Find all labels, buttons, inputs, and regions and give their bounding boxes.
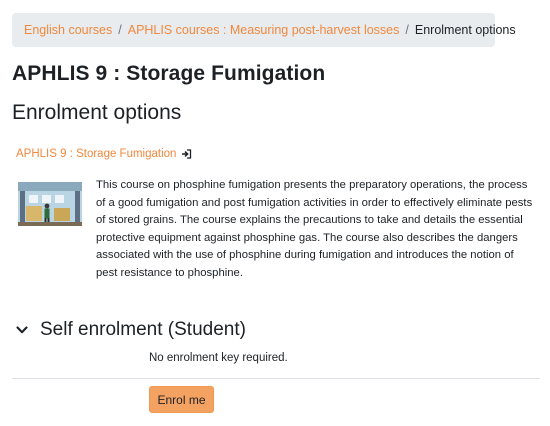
breadcrumb-separator: /	[405, 23, 409, 37]
page-title: APHLIS 9 : Storage Fumigation	[12, 62, 326, 85]
section-title: Enrolment options	[12, 101, 182, 124]
divider	[12, 378, 540, 379]
breadcrumb-link-aphlis-courses[interactable]: APHLIS courses : Measuring post-harvest …	[128, 23, 400, 37]
breadcrumb-current: Enrolment options	[414, 23, 516, 37]
course-image	[18, 182, 82, 226]
breadcrumb-link-english-courses[interactable]: English courses	[24, 23, 112, 37]
enrol-me-button[interactable]: Enrol me	[149, 386, 214, 413]
chevron-down-icon[interactable]	[16, 325, 28, 335]
course-link-row: APHLIS 9 : Storage Fumigation	[16, 148, 192, 160]
enter-icon[interactable]	[181, 149, 192, 159]
breadcrumb-separator: /	[118, 23, 122, 37]
course-summary: This course on phosphine fumigation pres…	[96, 179, 533, 279]
enrolment-method-title: Self enrolment (Student)	[40, 319, 246, 340]
enrolment-section-header[interactable]: Self enrolment (Student)	[16, 319, 246, 341]
breadcrumb: English courses / APHLIS courses : Measu…	[12, 13, 516, 47]
enrolment-page: English courses / APHLIS courses : Measu…	[0, 0, 550, 426]
enrolment-key-note: No enrolment key required.	[149, 352, 288, 364]
course-link[interactable]: APHLIS 9 : Storage Fumigation	[16, 148, 176, 160]
